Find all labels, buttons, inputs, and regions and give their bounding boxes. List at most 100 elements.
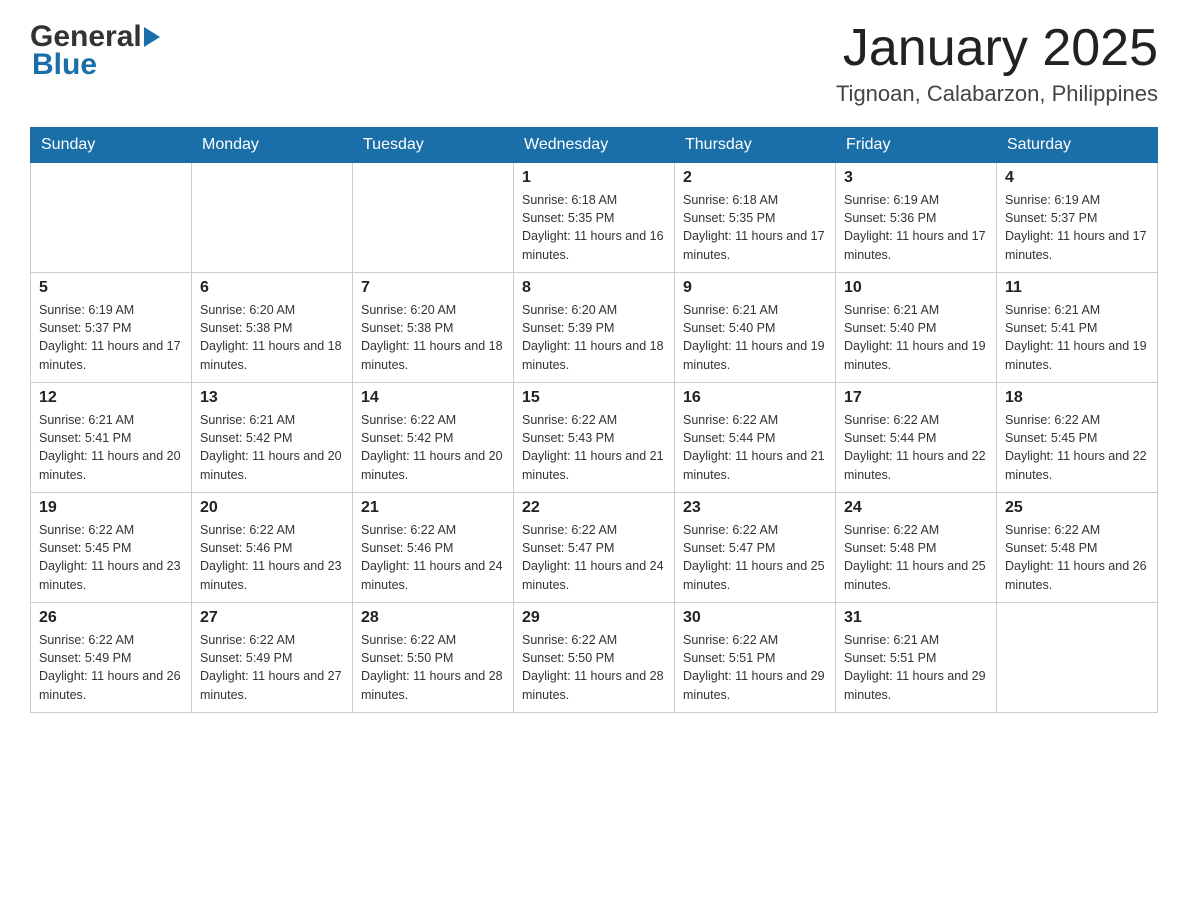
day-info: Sunrise: 6:22 AM Sunset: 5:42 PM Dayligh… — [361, 411, 505, 484]
calendar-cell: 19 Sunrise: 6:22 AM Sunset: 5:45 PM Dayli… — [31, 493, 192, 603]
calendar-week-row: 5Sunrise: 6:19 AM Sunset: 5:37 PM Daylig… — [31, 273, 1158, 383]
day-info: Sunrise: 6:22 AM Sunset: 5:48 PM Dayligh… — [844, 521, 988, 594]
day-info: Sunrise: 6:21 AM Sunset: 5:42 PM Dayligh… — [200, 411, 344, 484]
logo: General Blue — [30, 20, 162, 82]
calendar-week-row: 26 Sunrise: 6:22 AM Sunset: 5:49 PM Dayli… — [31, 603, 1158, 713]
calendar-week-row: 1Sunrise: 6:18 AM Sunset: 5:35 PM Daylig… — [31, 163, 1158, 273]
logo-blue-text: Blue — [30, 48, 162, 82]
day-info: Sunrise: 6:22 AM Sunset: 5:45 PM Dayligh… — [1005, 411, 1149, 484]
calendar-cell: 9 Sunrise: 6:21 AM Sunset: 5:40 PM Daylig… — [675, 273, 836, 383]
day-info: Sunrise: 6:18 AM Sunset: 5:35 PM Dayligh… — [683, 191, 827, 264]
col-monday: Monday — [192, 128, 353, 163]
day-number: 27 — [200, 609, 344, 627]
calendar-cell: 20Sunrise: 6:22 AM Sunset: 5:46 PM Dayli… — [192, 493, 353, 603]
day-number: 11 — [1005, 279, 1149, 297]
day-info: Sunrise: 6:21 AM Sunset: 5:51 PM Dayligh… — [844, 631, 988, 704]
day-info: Sunrise: 6:22 AM Sunset: 5:49 PM Dayligh… — [39, 631, 183, 704]
location-subtitle: Tignoan, Calabarzon, Philippines — [836, 81, 1158, 107]
day-info: Sunrise: 6:22 AM Sunset: 5:49 PM Dayligh… — [200, 631, 344, 704]
calendar-cell: 25 Sunrise: 6:22 AM Sunset: 5:48 PM Dayli… — [997, 493, 1158, 603]
day-info: Sunrise: 6:20 AM Sunset: 5:39 PM Dayligh… — [522, 301, 666, 374]
calendar-cell: 14 Sunrise: 6:22 AM Sunset: 5:42 PM Dayli… — [353, 383, 514, 493]
day-number: 12 — [39, 389, 183, 407]
calendar-cell — [31, 163, 192, 273]
col-thursday: Thursday — [675, 128, 836, 163]
calendar-cell — [192, 163, 353, 273]
day-info: Sunrise: 6:22 AM Sunset: 5:48 PM Dayligh… — [1005, 521, 1149, 594]
day-number: 19 — [39, 499, 183, 517]
day-number: 14 — [361, 389, 505, 407]
day-info: Sunrise: 6:22 AM Sunset: 5:46 PM Dayligh… — [200, 521, 344, 594]
day-number: 26 — [39, 609, 183, 627]
day-number: 3 — [844, 169, 988, 187]
calendar-cell: 24 Sunrise: 6:22 AM Sunset: 5:48 PM Dayli… — [836, 493, 997, 603]
day-number: 24 — [844, 499, 988, 517]
day-number: 13 — [200, 389, 344, 407]
calendar-cell: 21 Sunrise: 6:22 AM Sunset: 5:46 PM Dayli… — [353, 493, 514, 603]
calendar-cell: 8Sunrise: 6:20 AM Sunset: 5:39 PM Daylig… — [514, 273, 675, 383]
calendar-cell: 12 Sunrise: 6:21 AM Sunset: 5:41 PM Dayli… — [31, 383, 192, 493]
day-info: Sunrise: 6:22 AM Sunset: 5:43 PM Dayligh… — [522, 411, 666, 484]
day-info: Sunrise: 6:22 AM Sunset: 5:44 PM Dayligh… — [683, 411, 827, 484]
page-header: General Blue January 2025 Tignoan, Calab… — [30, 20, 1158, 107]
day-info: Sunrise: 6:19 AM Sunset: 5:36 PM Dayligh… — [844, 191, 988, 264]
day-info: Sunrise: 6:20 AM Sunset: 5:38 PM Dayligh… — [361, 301, 505, 374]
calendar-cell: 17Sunrise: 6:22 AM Sunset: 5:44 PM Dayli… — [836, 383, 997, 493]
calendar-cell: 31 Sunrise: 6:21 AM Sunset: 5:51 PM Dayli… — [836, 603, 997, 713]
day-info: Sunrise: 6:21 AM Sunset: 5:41 PM Dayligh… — [39, 411, 183, 484]
calendar-cell — [997, 603, 1158, 713]
day-number: 29 — [522, 609, 666, 627]
logo-arrow-icon — [144, 27, 160, 47]
day-number: 31 — [844, 609, 988, 627]
calendar-cell: 18 Sunrise: 6:22 AM Sunset: 5:45 PM Dayli… — [997, 383, 1158, 493]
calendar-cell: 30 Sunrise: 6:22 AM Sunset: 5:51 PM Dayli… — [675, 603, 836, 713]
calendar-cell: 22 Sunrise: 6:22 AM Sunset: 5:47 PM Dayli… — [514, 493, 675, 603]
calendar-cell: 2Sunrise: 6:18 AM Sunset: 5:35 PM Daylig… — [675, 163, 836, 273]
calendar-cell: 7Sunrise: 6:20 AM Sunset: 5:38 PM Daylig… — [353, 273, 514, 383]
day-number: 16 — [683, 389, 827, 407]
day-info: Sunrise: 6:22 AM Sunset: 5:51 PM Dayligh… — [683, 631, 827, 704]
calendar-cell: 3 Sunrise: 6:19 AM Sunset: 5:36 PM Daylig… — [836, 163, 997, 273]
day-number: 30 — [683, 609, 827, 627]
day-number: 25 — [1005, 499, 1149, 517]
calendar-cell: 26 Sunrise: 6:22 AM Sunset: 5:49 PM Dayli… — [31, 603, 192, 713]
day-number: 6 — [200, 279, 344, 297]
day-number: 28 — [361, 609, 505, 627]
day-number: 15 — [522, 389, 666, 407]
calendar-cell — [353, 163, 514, 273]
day-info: Sunrise: 6:22 AM Sunset: 5:45 PM Dayligh… — [39, 521, 183, 594]
col-tuesday: Tuesday — [353, 128, 514, 163]
calendar-cell: 29 Sunrise: 6:22 AM Sunset: 5:50 PM Dayli… — [514, 603, 675, 713]
calendar-cell: 16 Sunrise: 6:22 AM Sunset: 5:44 PM Dayli… — [675, 383, 836, 493]
day-info: Sunrise: 6:22 AM Sunset: 5:47 PM Dayligh… — [683, 521, 827, 594]
calendar-cell: 11 Sunrise: 6:21 AM Sunset: 5:41 PM Dayli… — [997, 273, 1158, 383]
day-info: Sunrise: 6:21 AM Sunset: 5:40 PM Dayligh… — [844, 301, 988, 374]
day-info: Sunrise: 6:22 AM Sunset: 5:44 PM Dayligh… — [844, 411, 988, 484]
day-info: Sunrise: 6:22 AM Sunset: 5:50 PM Dayligh… — [522, 631, 666, 704]
title-block: January 2025 Tignoan, Calabarzon, Philip… — [836, 20, 1158, 107]
calendar-cell: 27 Sunrise: 6:22 AM Sunset: 5:49 PM Dayli… — [192, 603, 353, 713]
day-number: 10 — [844, 279, 988, 297]
calendar-cell: 10 Sunrise: 6:21 AM Sunset: 5:40 PM Dayli… — [836, 273, 997, 383]
day-info: Sunrise: 6:22 AM Sunset: 5:50 PM Dayligh… — [361, 631, 505, 704]
day-number: 9 — [683, 279, 827, 297]
day-info: Sunrise: 6:21 AM Sunset: 5:40 PM Dayligh… — [683, 301, 827, 374]
day-info: Sunrise: 6:20 AM Sunset: 5:38 PM Dayligh… — [200, 301, 344, 374]
month-year-title: January 2025 — [836, 20, 1158, 77]
day-info: Sunrise: 6:22 AM Sunset: 5:47 PM Dayligh… — [522, 521, 666, 594]
calendar-header-row: Sunday Monday Tuesday Wednesday Thursday… — [31, 128, 1158, 163]
calendar-cell: 1Sunrise: 6:18 AM Sunset: 5:35 PM Daylig… — [514, 163, 675, 273]
day-number: 18 — [1005, 389, 1149, 407]
day-number: 22 — [522, 499, 666, 517]
day-number: 21 — [361, 499, 505, 517]
day-number: 23 — [683, 499, 827, 517]
day-info: Sunrise: 6:22 AM Sunset: 5:46 PM Dayligh… — [361, 521, 505, 594]
calendar-cell: 13 Sunrise: 6:21 AM Sunset: 5:42 PM Dayli… — [192, 383, 353, 493]
calendar-week-row: 19 Sunrise: 6:22 AM Sunset: 5:45 PM Dayli… — [31, 493, 1158, 603]
calendar-cell: 28 Sunrise: 6:22 AM Sunset: 5:50 PM Dayli… — [353, 603, 514, 713]
calendar-cell: 4Sunrise: 6:19 AM Sunset: 5:37 PM Daylig… — [997, 163, 1158, 273]
calendar-cell: 5Sunrise: 6:19 AM Sunset: 5:37 PM Daylig… — [31, 273, 192, 383]
day-info: Sunrise: 6:21 AM Sunset: 5:41 PM Dayligh… — [1005, 301, 1149, 374]
day-info: Sunrise: 6:19 AM Sunset: 5:37 PM Dayligh… — [39, 301, 183, 374]
calendar-table: Sunday Monday Tuesday Wednesday Thursday… — [30, 127, 1158, 713]
